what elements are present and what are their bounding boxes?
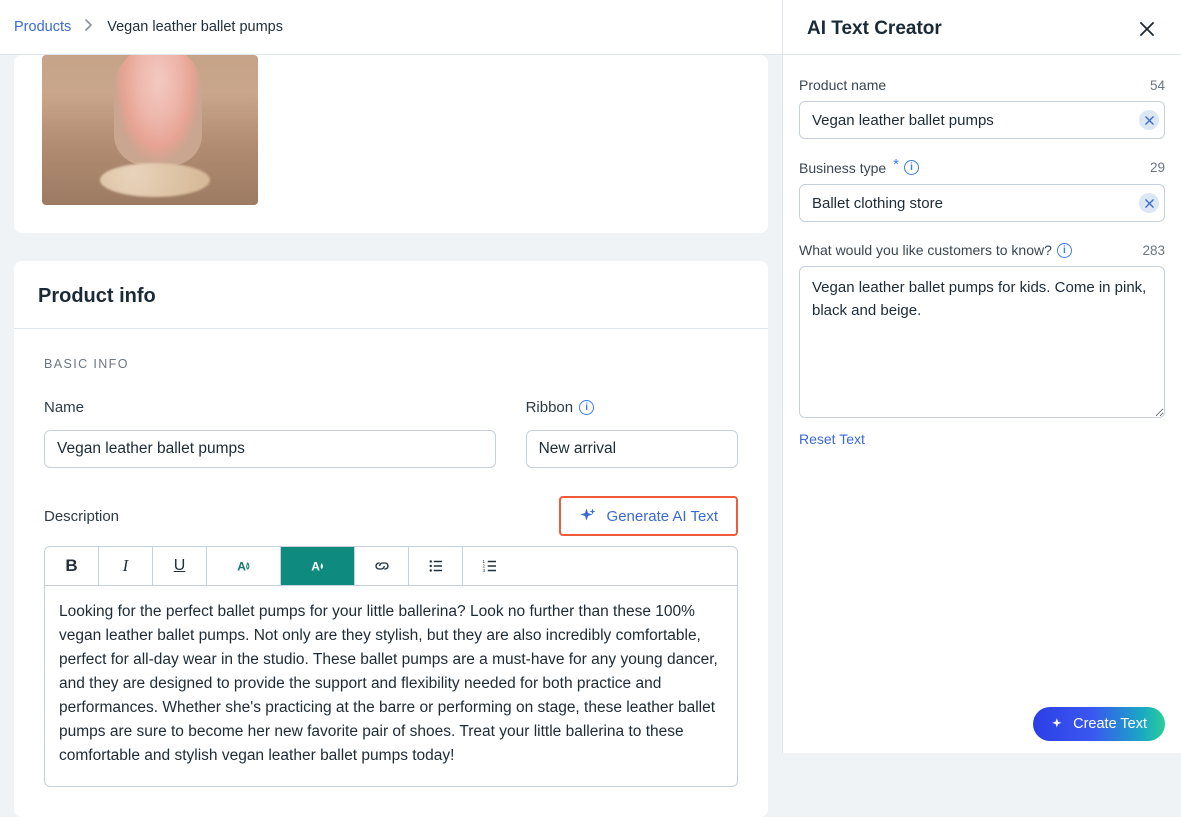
description-textarea[interactable]: Looking for the perfect ballet pumps for… xyxy=(45,586,737,786)
customer-know-textarea[interactable] xyxy=(799,266,1165,418)
editor-toolbar: B I U A A 123 xyxy=(45,547,737,586)
panel-title: AI Text Creator xyxy=(807,18,942,40)
ai-text-creator-panel: AI Text Creator Product name 54 Business… xyxy=(782,0,1181,753)
reset-text-link[interactable]: Reset Text xyxy=(799,431,865,447)
product-name-count: 54 xyxy=(1150,78,1165,93)
bold-button[interactable]: B xyxy=(45,547,99,585)
sparkle-icon xyxy=(579,507,597,525)
italic-button[interactable]: I xyxy=(99,547,153,585)
business-type-label: Business type * i xyxy=(799,159,919,176)
ribbon-input[interactable] xyxy=(526,430,738,468)
description-label: Description xyxy=(44,508,119,525)
info-icon[interactable]: i xyxy=(579,400,594,415)
highlight-color-button[interactable]: A xyxy=(281,547,355,585)
clear-business-type-button[interactable] xyxy=(1139,193,1159,213)
product-name-input[interactable] xyxy=(799,101,1165,139)
svg-text:3: 3 xyxy=(483,568,486,573)
customer-know-count: 283 xyxy=(1142,243,1165,258)
info-icon[interactable]: i xyxy=(904,160,919,175)
ribbon-label: Ribbon i xyxy=(526,399,738,416)
create-text-button[interactable]: Create Text xyxy=(1033,707,1165,741)
numbered-list-button[interactable]: 123 xyxy=(463,547,517,585)
name-label: Name xyxy=(44,399,496,416)
product-image-card xyxy=(14,55,768,233)
description-editor: B I U A A 123 xyxy=(44,546,738,787)
required-star-icon: * xyxy=(893,156,899,173)
generate-ai-text-button[interactable]: Generate AI Text xyxy=(559,496,738,536)
name-input[interactable] xyxy=(44,430,496,468)
info-icon[interactable]: i xyxy=(1057,243,1072,258)
close-icon xyxy=(1145,116,1154,125)
text-color-button[interactable]: A xyxy=(207,547,281,585)
breadcrumb: Products Vegan leather ballet pumps xyxy=(0,0,782,55)
underline-button[interactable]: U xyxy=(153,547,207,585)
chevron-right-icon xyxy=(85,18,93,36)
svg-text:A: A xyxy=(311,560,320,574)
product-name-label: Product name xyxy=(799,77,886,93)
product-info-title: Product info xyxy=(38,285,740,308)
breadcrumb-current: Vegan leather ballet pumps xyxy=(107,19,283,35)
close-icon xyxy=(1139,21,1155,37)
link-button[interactable] xyxy=(355,547,409,585)
svg-text:A: A xyxy=(237,560,246,574)
bullet-list-button[interactable] xyxy=(409,547,463,585)
sparkle-icon xyxy=(1051,717,1065,731)
business-type-input[interactable] xyxy=(799,184,1165,222)
breadcrumb-root-link[interactable]: Products xyxy=(14,19,71,35)
product-info-card: Product info BASIC INFO Name Ribbon i D xyxy=(14,261,768,817)
clear-product-name-button[interactable] xyxy=(1139,110,1159,130)
close-icon xyxy=(1145,199,1154,208)
business-type-count: 29 xyxy=(1150,160,1165,175)
basic-info-section-label: BASIC INFO xyxy=(44,357,738,371)
customer-know-label: What would you like customers to know? i xyxy=(799,242,1072,258)
product-image[interactable] xyxy=(42,55,258,205)
close-button[interactable] xyxy=(1137,19,1157,39)
